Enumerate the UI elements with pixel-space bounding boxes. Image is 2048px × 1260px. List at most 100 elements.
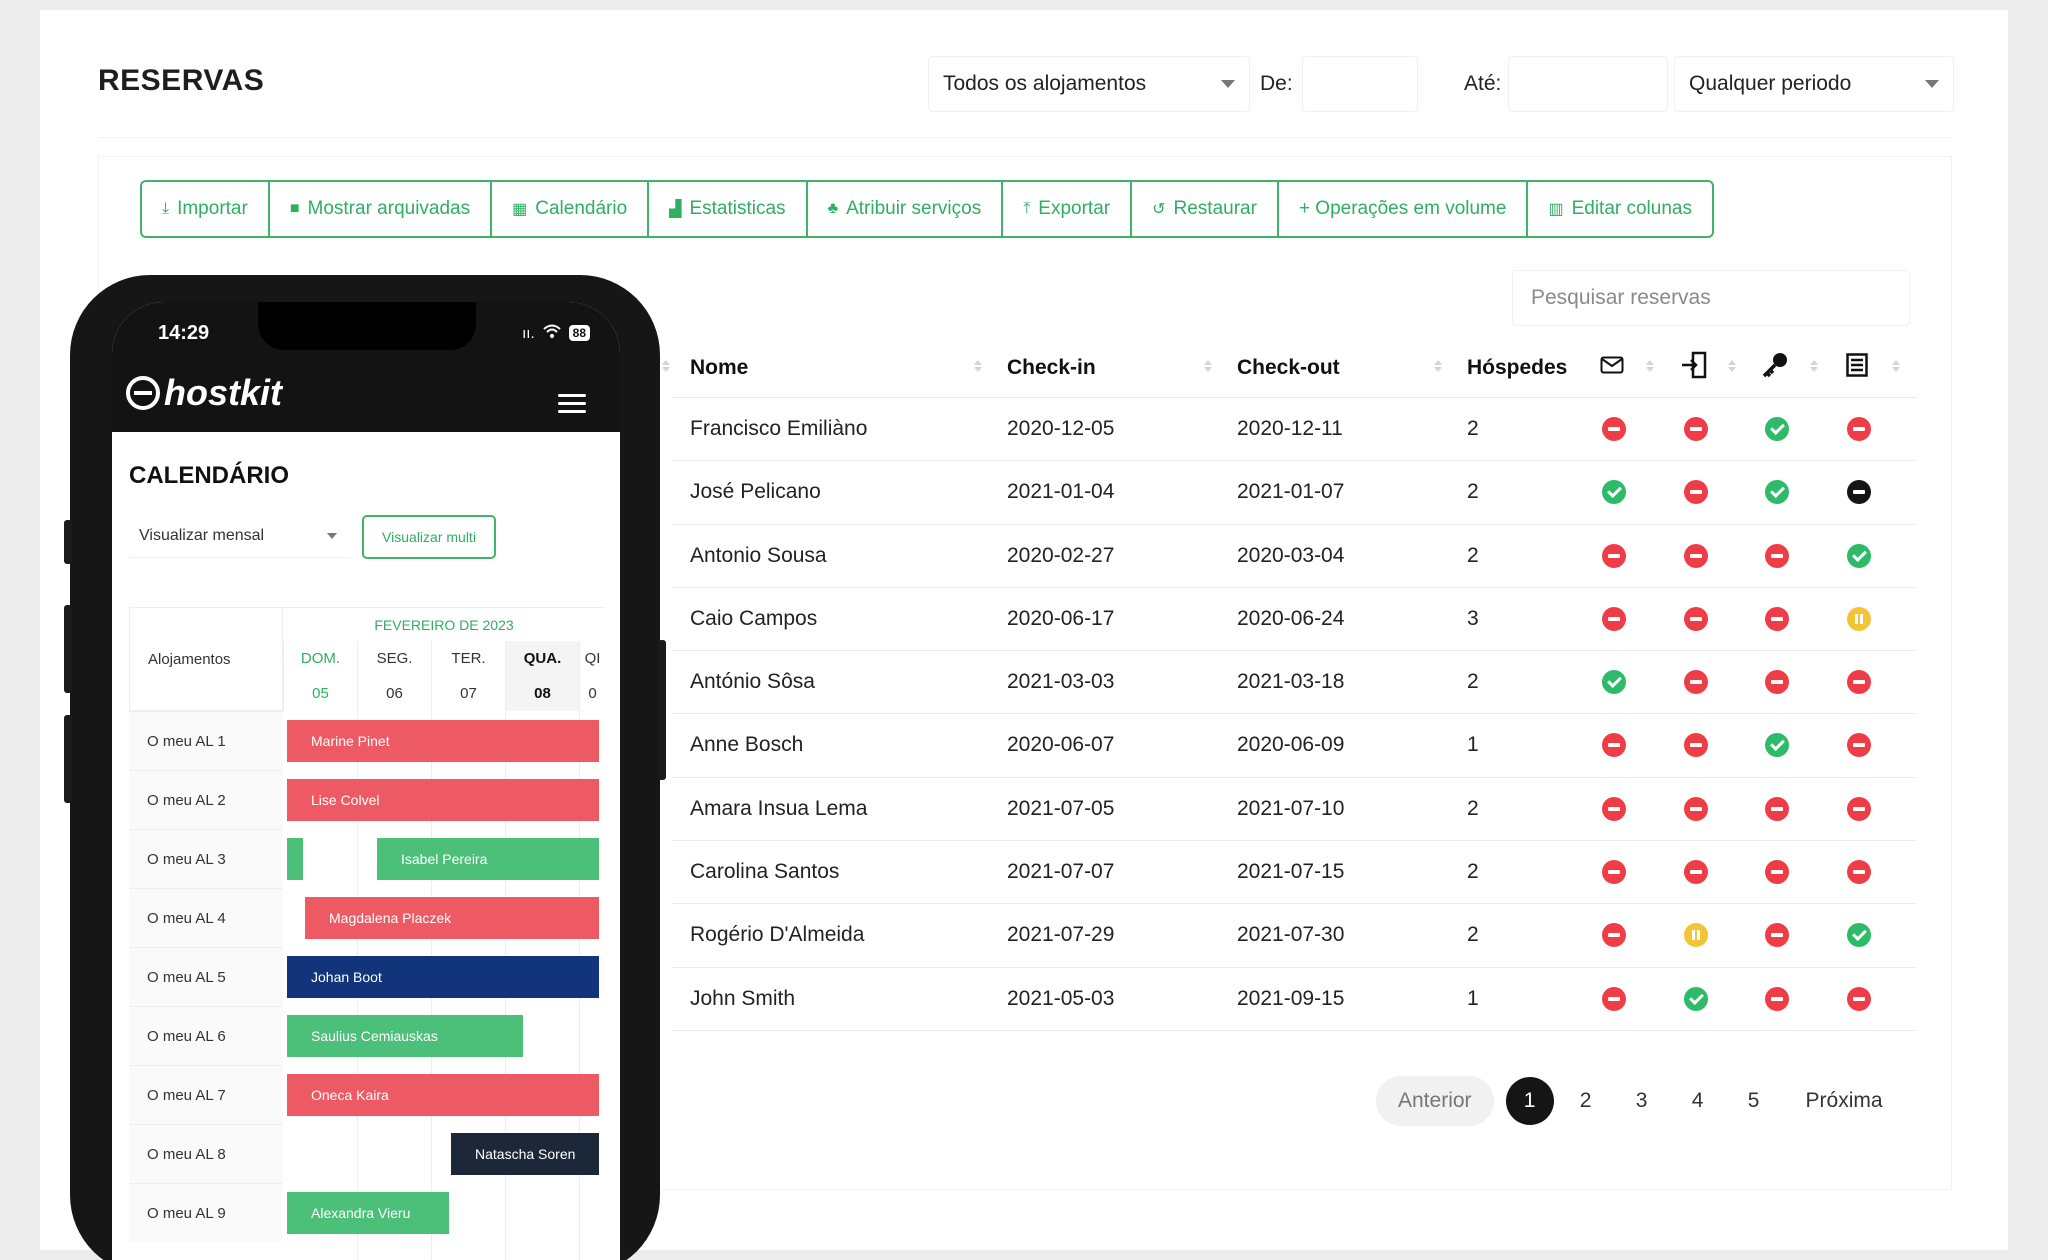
status-black-icon[interactable]	[1847, 480, 1871, 505]
status-red-icon[interactable]	[1602, 417, 1626, 441]
sort-icon[interactable]	[662, 360, 670, 372]
status-red-icon[interactable]	[1765, 860, 1789, 885]
status-red-icon[interactable]	[1684, 480, 1708, 505]
table-row[interactable]: Rogério D'Almeida 2021-07-29 2021-07-30 2	[672, 904, 1916, 968]
status-red-icon[interactable]	[1847, 796, 1871, 821]
previous-page-button[interactable]: Anterior	[1376, 1076, 1494, 1126]
mail-icon[interactable]	[1597, 350, 1627, 380]
status-red-icon[interactable]	[1684, 860, 1708, 885]
view-multi-button[interactable]: Visualizar multi	[362, 515, 496, 559]
period-select[interactable]: Qualquer periodo	[1674, 56, 1954, 112]
column-checkin[interactable]: Check-in	[1007, 356, 1096, 380]
status-red-icon[interactable]	[1602, 606, 1626, 631]
status-red-icon[interactable]	[1765, 923, 1789, 948]
to-date-input[interactable]	[1508, 56, 1668, 112]
booking-bar[interactable]: Alexandra Vieru	[287, 1192, 449, 1234]
accommodation-select[interactable]: Todos os alojamentos	[928, 56, 1250, 112]
import-button[interactable]: ⤓ Importar	[142, 182, 270, 236]
restore-button[interactable]: ↺ Restaurar	[1132, 182, 1279, 236]
booking-bar[interactable]: Isabel Pereira	[377, 838, 599, 880]
status-red-icon[interactable]	[1765, 986, 1789, 1011]
assign-services-button[interactable]: ♣ Atribuir serviços	[808, 182, 1004, 236]
statistics-button[interactable]: ▟ Estatisticas	[649, 182, 808, 236]
status-red-icon[interactable]	[1847, 417, 1871, 441]
table-row[interactable]: Anne Bosch 2020-06-07 2020-06-09 1	[672, 714, 1916, 778]
status-red-icon[interactable]	[1684, 606, 1708, 631]
status-red-icon[interactable]	[1684, 543, 1708, 568]
status-green-icon[interactable]	[1847, 543, 1871, 568]
page-1-button[interactable]: 1	[1505, 1077, 1554, 1125]
page-2-button[interactable]: 2	[1562, 1077, 1610, 1125]
sort-icon[interactable]	[1646, 360, 1654, 372]
sort-icon[interactable]	[1728, 360, 1736, 372]
status-green-icon[interactable]	[1602, 480, 1626, 505]
status-red-icon[interactable]	[1765, 670, 1789, 695]
status-red-icon[interactable]	[1602, 923, 1626, 948]
edit-columns-button[interactable]: ▥ Editar colunas	[1528, 182, 1712, 236]
booking-bar[interactable]: Natascha Soren	[451, 1133, 599, 1175]
from-date-input[interactable]	[1302, 56, 1418, 112]
status-red-icon[interactable]	[1847, 860, 1871, 885]
booking-bar[interactable]: Marine Pinet	[287, 720, 599, 762]
view-mode-select[interactable]: Visualizar mensal	[129, 514, 349, 558]
key-icon[interactable]	[1760, 350, 1790, 380]
status-red-icon[interactable]	[1684, 417, 1708, 441]
status-red-icon[interactable]	[1684, 733, 1708, 758]
search-input[interactable]	[1512, 270, 1910, 326]
table-row[interactable]: Amara Insua Lema 2021-07-05 2021-07-10 2	[672, 778, 1916, 842]
table-row[interactable]: Caio Campos 2020-06-17 2020-06-24 3	[672, 588, 1916, 652]
status-red-icon[interactable]	[1765, 606, 1789, 631]
status-red-icon[interactable]	[1602, 796, 1626, 821]
table-row[interactable]: John Smith 2021-05-03 2021-09-15 1	[672, 968, 1916, 1031]
status-red-icon[interactable]	[1602, 543, 1626, 568]
status-red-icon[interactable]	[1847, 670, 1871, 695]
document-icon[interactable]	[1842, 350, 1872, 380]
table-row[interactable]: Antonio Sousa 2020-02-27 2020-03-04 2	[672, 525, 1916, 588]
table-row[interactable]: Carolina Santos 2021-07-07 2021-07-15 2	[672, 841, 1916, 905]
table-row[interactable]: Francisco Emiliàno 2020-12-05 2020-12-11 2	[672, 398, 1916, 462]
column-name[interactable]: Nome	[690, 356, 748, 380]
column-guests[interactable]: Hóspedes	[1467, 356, 1567, 380]
sort-icon[interactable]	[1434, 360, 1442, 372]
bulk-operations-button[interactable]: + Operações em volume	[1279, 182, 1529, 236]
status-green-icon[interactable]	[1765, 480, 1789, 505]
page-5-button[interactable]: 5	[1730, 1077, 1778, 1125]
status-red-icon[interactable]	[1602, 733, 1626, 758]
booking-bar[interactable]	[287, 838, 303, 880]
sort-icon[interactable]	[1892, 360, 1900, 372]
status-red-icon[interactable]	[1765, 543, 1789, 568]
page-3-button[interactable]: 3	[1618, 1077, 1666, 1125]
next-page-button[interactable]: Próxima	[1790, 1089, 1899, 1113]
door-icon[interactable]	[1679, 350, 1709, 380]
status-red-icon[interactable]	[1684, 796, 1708, 821]
export-button[interactable]: ⤒ Exportar	[1003, 182, 1133, 236]
booking-bar[interactable]: Magdalena Placzek	[305, 897, 599, 939]
sort-icon[interactable]	[974, 360, 982, 372]
table-row[interactable]: José Pelicano 2021-01-04 2021-01-07 2	[672, 461, 1916, 525]
status-yellow-icon[interactable]	[1847, 606, 1871, 631]
column-checkout[interactable]: Check-out	[1237, 356, 1340, 380]
sort-icon[interactable]	[1810, 360, 1818, 372]
sort-icon[interactable]	[1204, 360, 1212, 372]
status-green-icon[interactable]	[1765, 417, 1789, 441]
status-red-icon[interactable]	[1847, 733, 1871, 758]
status-green-icon[interactable]	[1684, 986, 1708, 1011]
booking-bar[interactable]: Lise Colvel	[287, 779, 599, 821]
page-4-button[interactable]: 4	[1674, 1077, 1722, 1125]
status-red-icon[interactable]	[1602, 986, 1626, 1011]
status-red-icon[interactable]	[1847, 986, 1871, 1011]
status-green-icon[interactable]	[1602, 670, 1626, 695]
table-row[interactable]: António Sôsa 2021-03-03 2021-03-18 2	[672, 651, 1916, 715]
booking-bar[interactable]: Johan Boot	[287, 956, 599, 998]
calendar-button[interactable]: ▦ Calendário	[492, 182, 650, 236]
status-green-icon[interactable]	[1765, 733, 1789, 758]
booking-bar[interactable]: Saulius Cemiauskas	[287, 1015, 523, 1057]
status-red-icon[interactable]	[1765, 796, 1789, 821]
menu-icon[interactable]	[558, 394, 586, 418]
status-red-icon[interactable]	[1684, 670, 1708, 695]
status-green-icon[interactable]	[1847, 923, 1871, 948]
status-red-icon[interactable]	[1602, 860, 1626, 885]
booking-bar[interactable]: Oneca Kaira	[287, 1074, 599, 1116]
show-archived-button[interactable]: ■ Mostrar arquivadas	[270, 182, 493, 236]
status-yellow-icon[interactable]	[1684, 923, 1708, 948]
